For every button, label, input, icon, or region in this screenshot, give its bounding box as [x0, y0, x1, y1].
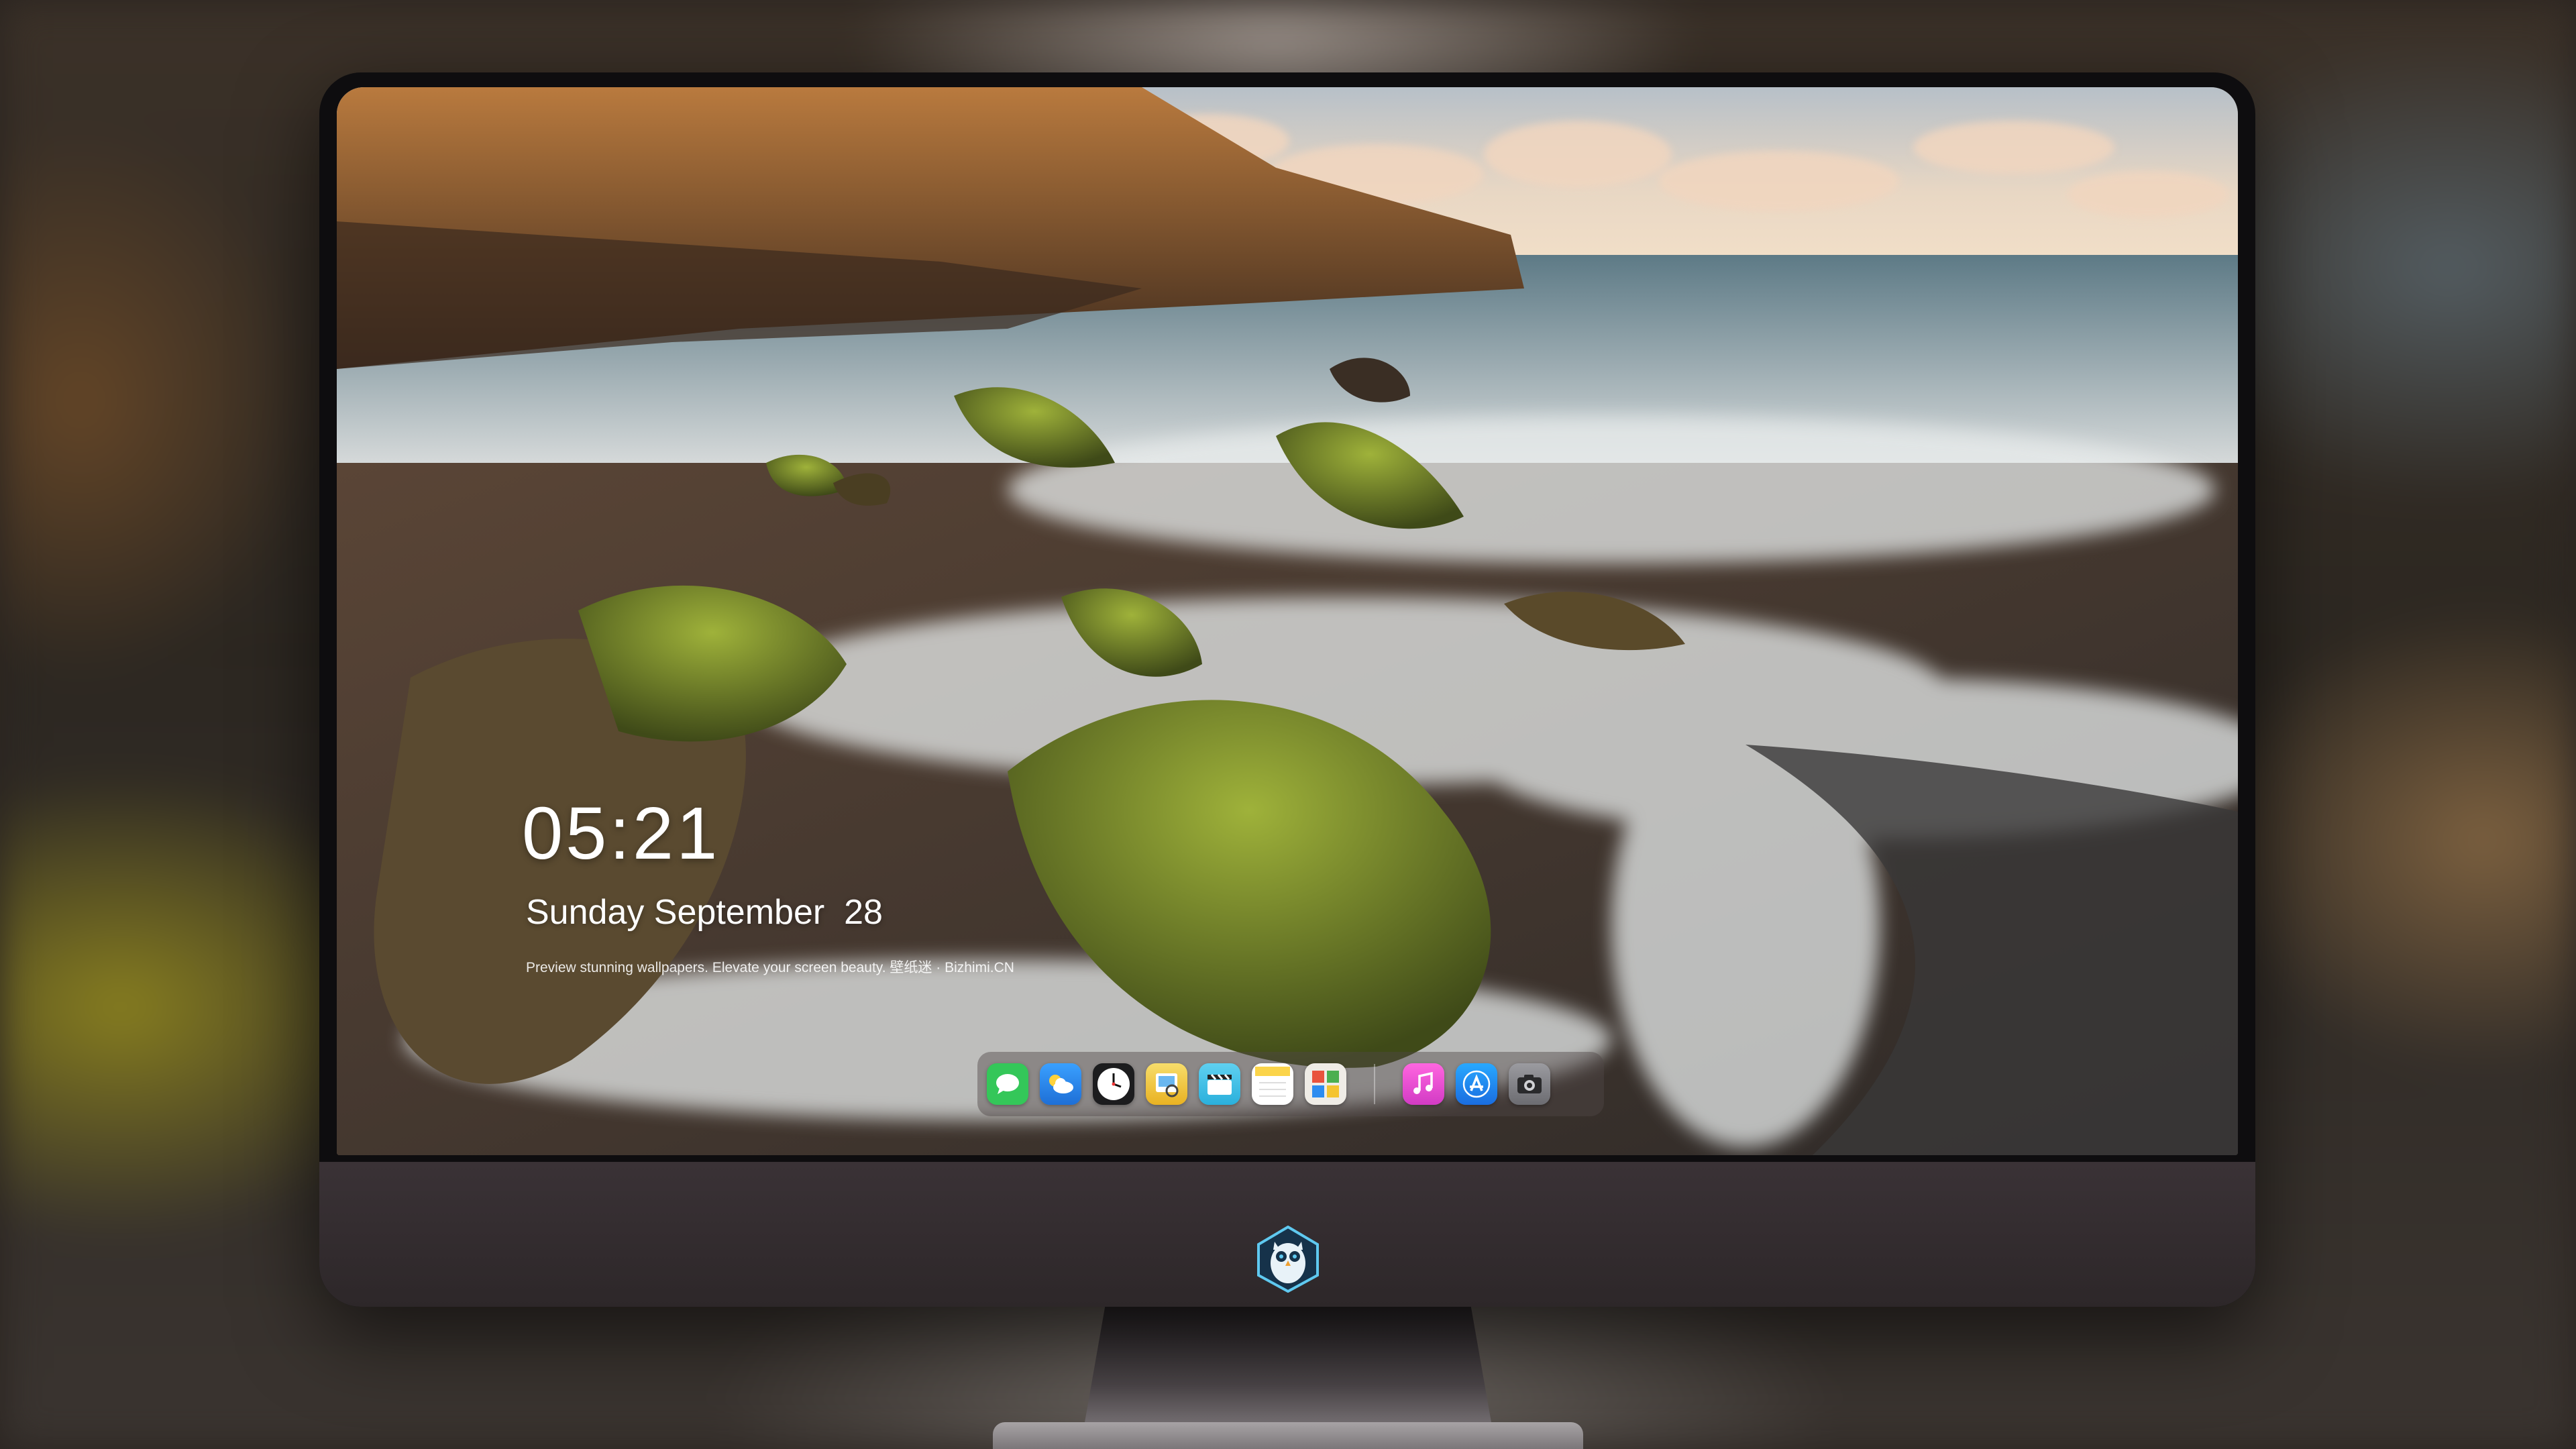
- messages-icon[interactable]: [987, 1063, 1028, 1105]
- music-icon[interactable]: [1403, 1063, 1444, 1105]
- lock-screen[interactable]: 05:21 Sunday September 28 Preview stunni…: [337, 87, 2238, 1155]
- owl-logo-icon: [1257, 1226, 1319, 1293]
- clock-icon[interactable]: [1093, 1063, 1134, 1105]
- weather-icon[interactable]: [1040, 1063, 1081, 1105]
- clips-icon[interactable]: [1199, 1063, 1240, 1105]
- monitor-stand-base: [993, 1422, 1583, 1449]
- dock: [977, 1052, 1604, 1116]
- lock-screen-time: 05:21: [522, 792, 720, 875]
- notes-icon[interactable]: [1252, 1063, 1293, 1105]
- lock-screen-tagline: Preview stunning wallpapers. Elevate you…: [526, 960, 1014, 975]
- preview-icon[interactable]: [1146, 1063, 1187, 1105]
- lock-screen-date: Sunday September 28: [526, 893, 883, 932]
- photo-booth-icon[interactable]: [1305, 1063, 1346, 1105]
- app-store-icon[interactable]: [1456, 1063, 1497, 1105]
- monitor: 05:21 Sunday September 28 Preview stunni…: [319, 72, 2255, 1307]
- camera-icon[interactable]: [1509, 1063, 1550, 1105]
- dock-separator: [1374, 1064, 1375, 1104]
- wallpaper: [337, 87, 2238, 1155]
